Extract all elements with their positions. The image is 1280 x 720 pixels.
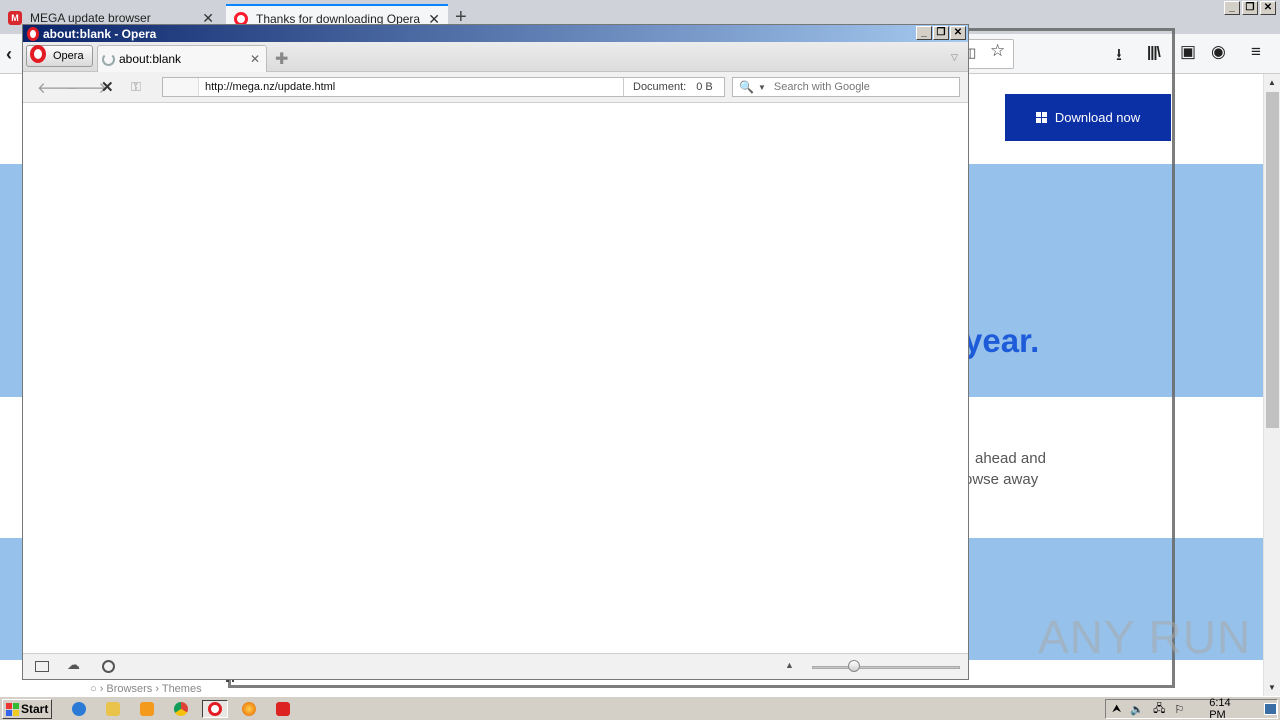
chrome-icon[interactable]	[170, 700, 192, 718]
network-icon[interactable]: 🖧	[1153, 700, 1165, 719]
minimize-button[interactable]: _	[1224, 1, 1240, 15]
document-size-indicator: Document: 0 B	[623, 78, 724, 96]
tray-expand-icon[interactable]: ⮝	[1112, 703, 1121, 716]
show-desktop-icon[interactable]	[1264, 703, 1277, 715]
media-player-icon[interactable]	[136, 700, 158, 718]
internet-explorer-icon[interactable]	[68, 700, 90, 718]
document-size: 0 B	[696, 81, 713, 93]
system-tray: ⮝ 🔈 🖧 ⚐ 6:14 PM	[1105, 697, 1278, 720]
search-field[interactable]: 🔍 ▼ Search with Google	[732, 77, 960, 97]
clock[interactable]: 6:14 PM	[1209, 697, 1245, 720]
app-icon[interactable]	[272, 700, 294, 718]
opera-taskbar-icon[interactable]	[202, 700, 228, 718]
opera-page-content[interactable]	[23, 103, 968, 653]
close-icon[interactable]: ✕	[250, 52, 260, 66]
account-icon[interactable]: ◉	[1211, 42, 1226, 62]
page-scrollbar[interactable]: ▲ ▼	[1263, 74, 1280, 696]
new-tab-plus-icon[interactable]: ✚	[275, 49, 288, 69]
taskbar: Start ⮝ 🔈 🖧 ⚐ 6:14 PM	[0, 696, 1280, 720]
back-icon[interactable]: ‹	[6, 44, 12, 65]
turbo-gauge-icon[interactable]	[102, 660, 115, 673]
document-label: Document:	[633, 81, 687, 93]
search-placeholder: Search with Google	[773, 81, 870, 93]
tab-menu-chevron-icon[interactable]: ▽	[951, 52, 958, 63]
search-engine-dropdown-icon[interactable]: ▼	[758, 83, 766, 92]
opera-window-controls: _ ❐ ✕	[916, 26, 966, 40]
scroll-up-arrow-icon[interactable]: ▲	[1264, 74, 1280, 91]
file-explorer-icon[interactable]	[102, 700, 124, 718]
opera-navbar: 🡐 🡒 ✕ ⚿ http://mega.nz/update.html Docum…	[23, 72, 968, 103]
address-bar[interactable]: http://mega.nz/update.html Document: 0 B	[162, 77, 725, 97]
zoom-menu-arrow-icon[interactable]: ▲	[785, 660, 794, 670]
firefox-icon[interactable]	[238, 700, 260, 718]
anyrun-watermark: ANY RUN	[1038, 611, 1252, 663]
zoom-slider-knob[interactable]	[848, 660, 860, 672]
volume-icon[interactable]: 🔈	[1130, 703, 1144, 716]
opera-tab[interactable]: about:blank ✕	[97, 45, 267, 72]
search-icon[interactable]: 🔍	[739, 80, 754, 94]
opera-menu-button[interactable]: Opera	[26, 45, 93, 67]
opera-titlebar[interactable]: about:blank - Opera	[23, 25, 968, 42]
tab-label: MEGA update browser	[30, 11, 151, 25]
stop-icon[interactable]: ✕	[101, 78, 114, 96]
key-icon[interactable]: ⚿	[131, 79, 141, 95]
flag-icon[interactable]: ⚐	[1174, 703, 1184, 716]
opera-footer-icon: ○ ›	[90, 683, 107, 695]
sidebar-icon[interactable]: ▣	[1180, 42, 1196, 62]
zoom-slider-track[interactable]	[812, 666, 960, 669]
scroll-down-arrow-icon[interactable]: ▼	[1264, 679, 1280, 696]
tab-label: about:blank	[119, 52, 182, 66]
url-text[interactable]: http://mega.nz/update.html	[199, 81, 623, 93]
start-label: Start	[21, 702, 49, 716]
panel-toggle-icon[interactable]	[35, 661, 49, 672]
opera-statusbar: ☁ ▲	[23, 653, 968, 679]
mega-icon: M	[8, 11, 22, 25]
maximize-button[interactable]: ❐	[933, 26, 949, 40]
opera-logo-icon	[30, 45, 46, 63]
close-button[interactable]: ✕	[1260, 1, 1276, 15]
footer-breadcrumb: ○ › Browsers › Themes	[90, 683, 202, 695]
hamburger-menu-icon[interactable]: ≡	[1251, 42, 1261, 62]
loading-spinner-icon	[102, 52, 115, 66]
minimize-button[interactable]: _	[916, 26, 932, 40]
site-info-badge[interactable]	[163, 78, 199, 96]
windows-flag-icon	[6, 702, 19, 716]
close-button[interactable]: ✕	[950, 26, 966, 40]
maximize-button[interactable]: ❐	[1242, 1, 1258, 15]
opera-menu-label: Opera	[53, 50, 84, 62]
firefox-window-controls: _ ❐ ✕	[1224, 1, 1276, 15]
scroll-thumb[interactable]	[1266, 92, 1279, 428]
start-button[interactable]: Start	[2, 699, 52, 719]
opera-tabbar: Opera about:blank ✕ ✚ ▽	[23, 42, 968, 72]
opera-logo-icon	[27, 26, 39, 41]
window-title: about:blank - Opera	[43, 26, 157, 41]
cloud-icon[interactable]: ☁	[67, 657, 80, 673]
opera-window: about:blank - Opera _ ❐ ✕ Opera about:bl…	[22, 24, 969, 680]
